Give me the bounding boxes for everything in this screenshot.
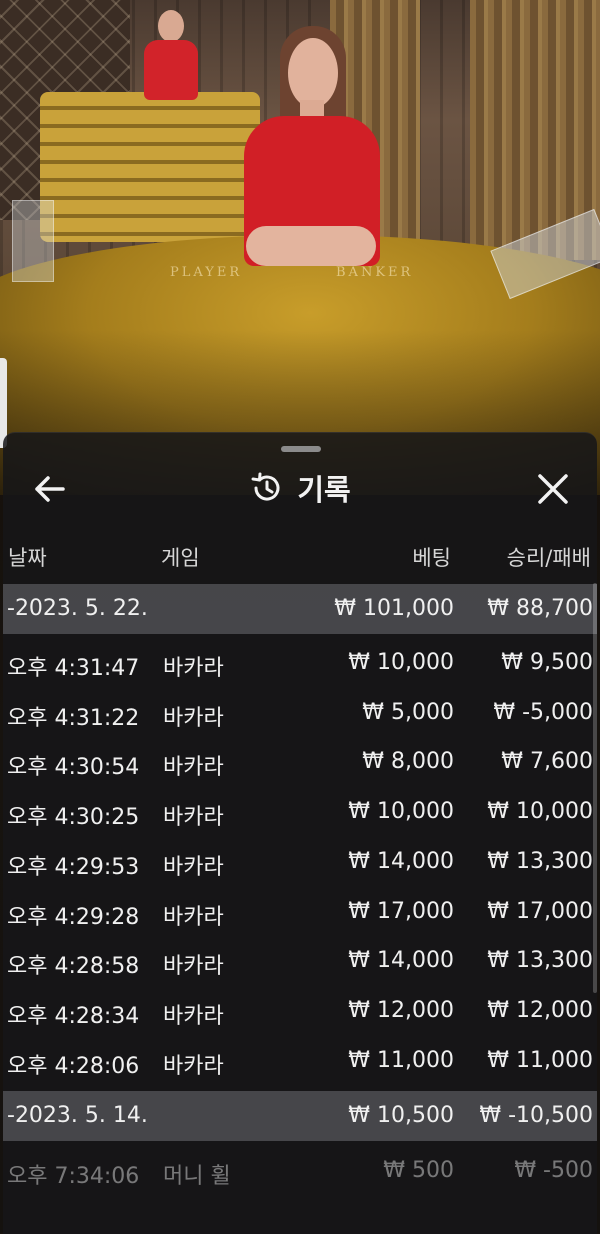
- close-icon: [538, 474, 568, 504]
- row-win-loss: ₩ 11,000: [487, 1048, 593, 1073]
- row-game: 바카라: [163, 1054, 224, 1079]
- row-bet: ₩ 14,000: [348, 948, 454, 973]
- date-group-header[interactable]: -2023. 5. 14. ₩ 10,500 ₩ -10,500: [3, 1091, 597, 1141]
- group-date: -2023. 5. 14.: [7, 1103, 148, 1128]
- date-group-header[interactable]: -2023. 5. 22. ₩ 101,000 ₩ 88,700: [3, 584, 597, 634]
- history-row[interactable]: 오후 7:34:06 머니 휠 ₩ 500 ₩ -500: [3, 1146, 597, 1196]
- row-bet: ₩ 10,000: [348, 650, 454, 675]
- history-row[interactable]: 오후 4:31:47 바카라 ₩ 10,000 ₩ 9,500: [3, 638, 597, 688]
- history-row[interactable]: 오후 4:28:34 바카라 ₩ 12,000 ₩ 12,000: [3, 986, 597, 1036]
- group-win-total: ₩ 88,700: [487, 596, 593, 621]
- row-time: 오후 4:31:47: [7, 656, 140, 681]
- row-win-loss: ₩ 9,500: [501, 650, 593, 675]
- card-holder: [12, 200, 54, 282]
- row-win-loss: ₩ -500: [514, 1158, 593, 1183]
- sheet-header: 기록: [3, 467, 597, 509]
- history-row[interactable]: 오후 4:31:22 바카라 ₩ 5,000 ₩ -5,000: [3, 688, 597, 738]
- row-time: 오후 4:31:22: [7, 706, 140, 731]
- row-bet: ₩ 500: [383, 1158, 454, 1183]
- group-date: -2023. 5. 22.: [7, 596, 148, 621]
- close-button[interactable]: [523, 469, 583, 509]
- sheet-drag-handle[interactable]: [281, 446, 321, 452]
- row-game: 바카라: [163, 805, 224, 830]
- group-win-total: ₩ -10,500: [479, 1103, 593, 1128]
- background-table: [40, 92, 260, 242]
- row-game: 바카라: [163, 905, 224, 930]
- row-bet: ₩ 8,000: [362, 749, 454, 774]
- column-header-win-loss: 승리/패배: [506, 546, 591, 570]
- background-dealer: [140, 10, 200, 100]
- row-win-loss: ₩ 7,600: [501, 749, 593, 774]
- column-header-date: 날짜: [8, 546, 47, 570]
- row-time: 오후 4:30:25: [7, 805, 140, 830]
- row-game: 바카라: [163, 706, 224, 731]
- row-win-loss: ₩ 10,000: [487, 799, 593, 824]
- row-bet: ₩ 5,000: [362, 700, 454, 725]
- row-bet: ₩ 11,000: [348, 1048, 454, 1073]
- history-row[interactable]: 오후 4:28:58 바카라 ₩ 14,000 ₩ 13,300: [3, 936, 597, 986]
- dealer: [236, 26, 386, 286]
- row-win-loss: ₩ 13,300: [487, 849, 593, 874]
- row-game: 바카라: [163, 656, 224, 681]
- group-bet-total: ₩ 101,000: [334, 596, 454, 621]
- row-bet: ₩ 10,000: [348, 799, 454, 824]
- column-header-game: 게임: [161, 546, 200, 570]
- row-game: 바카라: [163, 954, 224, 979]
- history-icon: [251, 472, 280, 501]
- row-bet: ₩ 12,000: [348, 998, 454, 1023]
- row-time: 오후 7:34:06: [7, 1164, 140, 1189]
- row-game: 머니 휠: [163, 1164, 231, 1189]
- row-time: 오후 4:28:06: [7, 1054, 140, 1079]
- page-title: 기록: [297, 473, 351, 507]
- row-time: 오후 4:28:34: [7, 1004, 140, 1029]
- history-row[interactable]: 오후 4:29:28 바카라 ₩ 17,000 ₩ 17,000: [3, 887, 597, 937]
- row-bet: ₩ 14,000: [348, 849, 454, 874]
- row-game: 바카라: [163, 855, 224, 880]
- row-bet: ₩ 17,000: [348, 899, 454, 924]
- history-row[interactable]: 오후 4:30:54 바카라 ₩ 8,000 ₩ 7,600: [3, 737, 597, 787]
- row-win-loss: ₩ 12,000: [487, 998, 593, 1023]
- row-time: 오후 4:29:53: [7, 855, 140, 880]
- history-sheet: 기록 날짜 게임 베팅 승리/패배 -2023. 5. 22. ₩ 101,00…: [3, 432, 597, 1234]
- column-header-bet: 베팅: [412, 546, 451, 570]
- row-game: 바카라: [163, 755, 224, 780]
- row-win-loss: ₩ 17,000: [487, 899, 593, 924]
- row-time: 오후 4:28:58: [7, 954, 140, 979]
- history-row[interactable]: 오후 4:29:53 바카라 ₩ 14,000 ₩ 13,300: [3, 837, 597, 887]
- history-row[interactable]: 오후 4:30:25 바카라 ₩ 10,000 ₩ 10,000: [3, 787, 597, 837]
- player-label: PLAYER: [170, 265, 243, 280]
- row-win-loss: ₩ -5,000: [493, 700, 593, 725]
- scrollbar[interactable]: [593, 583, 597, 993]
- row-game: 바카라: [163, 1004, 224, 1029]
- row-time: 오후 4:30:54: [7, 755, 140, 780]
- row-win-loss: ₩ 13,300: [487, 948, 593, 973]
- row-time: 오후 4:29:28: [7, 905, 140, 930]
- group-bet-total: ₩ 10,500: [348, 1103, 454, 1128]
- history-row[interactable]: 오후 4:28:06 바카라 ₩ 11,000 ₩ 11,000: [3, 1036, 597, 1086]
